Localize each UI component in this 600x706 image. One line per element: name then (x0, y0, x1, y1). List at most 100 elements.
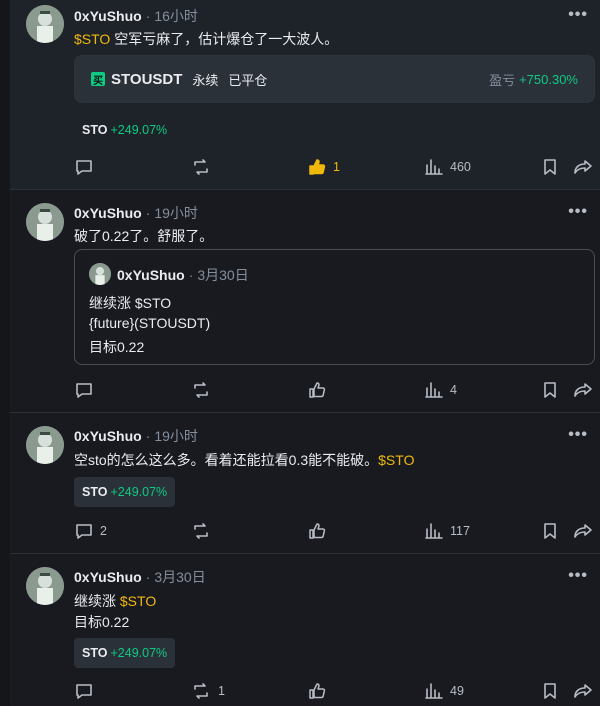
cashtag-link[interactable]: $STO (74, 31, 110, 47)
coin-change: +249.07% (110, 485, 168, 499)
action-bar: 1 460 (74, 155, 600, 179)
quoted-line: {future}(STOUSDT) (89, 315, 211, 331)
coin-change: +249.07% (110, 646, 168, 660)
coin-chip[interactable]: STO +249.07% (74, 477, 176, 507)
trade-status: 已平仓 (228, 72, 268, 88)
quoted-line: 继续涨 $STO (89, 295, 172, 311)
author-name[interactable]: 0xYuShuo (74, 8, 142, 24)
share-icon (574, 160, 592, 174)
like-button[interactable]: 1 (307, 155, 340, 179)
comment-icon (76, 383, 92, 398)
more-icon[interactable]: ••• (568, 426, 588, 444)
coin-chip[interactable]: STO +249.07% (74, 638, 176, 668)
post-text-body: 继续涨 (74, 593, 120, 609)
comment-button[interactable]: 2 (74, 519, 107, 543)
post-3[interactable]: 0xYuShuo · 19小时 ••• 空sto的怎么这么多。看着还能拉看0.3… (10, 413, 600, 554)
share-button[interactable] (572, 679, 594, 703)
separator-dot: · (145, 569, 151, 585)
coin-change: +249.07% (110, 123, 168, 137)
bookmark-button[interactable] (540, 519, 560, 543)
quoted-avatar (89, 263, 111, 285)
avatar[interactable] (26, 203, 64, 241)
post-text-body: 空sto的怎么这么多。看着还能拉看0.3能不能破。 (74, 452, 379, 468)
coin-chip[interactable]: STO +249.07% (74, 115, 175, 145)
post-text: 破了0.22了。舒服了。 (74, 228, 214, 244)
share-button[interactable] (572, 378, 594, 402)
more-icon[interactable]: ••• (568, 203, 588, 221)
views-button[interactable]: 4 (424, 378, 457, 402)
like-icon (309, 523, 326, 539)
comment-count: 2 (100, 524, 107, 538)
action-bar: 4 (74, 378, 600, 402)
like-icon (309, 159, 326, 175)
buy-badge: 买 (91, 72, 105, 87)
bookmark-button[interactable] (540, 155, 560, 179)
repost-icon (194, 159, 208, 175)
quoted-time: 3月30日 (197, 267, 249, 283)
views-count: 460 (450, 160, 471, 174)
share-button[interactable] (572, 155, 594, 179)
coin-symbol: STO (82, 646, 108, 660)
views-button[interactable]: 460 (424, 155, 471, 179)
post-time: 16小时 (154, 8, 198, 24)
views-icon (425, 159, 443, 175)
repost-button[interactable] (190, 155, 218, 179)
views-icon (425, 523, 443, 539)
repost-button[interactable]: 1 (190, 679, 225, 703)
like-button[interactable] (307, 519, 333, 543)
comment-button[interactable] (74, 378, 100, 402)
post-1[interactable]: 0xYuShuo · 16小时 ••• $STO 空军亏麻了，估计爆仓了一大波人… (10, 0, 600, 190)
cashtag-link[interactable]: $STO (378, 452, 414, 468)
post-4[interactable]: 0xYuShuo · 3月30日 ••• 继续涨 $STO 目标0.22 STO… (10, 554, 600, 706)
repost-icon (194, 523, 208, 539)
post-text-body: 空军亏麻了，估计爆仓了一大波人。 (110, 31, 339, 47)
author-name[interactable]: 0xYuShuo (74, 205, 142, 221)
views-icon (425, 382, 443, 398)
avatar[interactable] (26, 567, 64, 605)
views-button[interactable]: 49 (424, 679, 464, 703)
share-button[interactable] (572, 519, 594, 543)
more-icon[interactable]: ••• (568, 567, 588, 585)
comment-button[interactable] (74, 155, 100, 179)
post-2[interactable]: 0xYuShuo · 19小时 ••• 破了0.22了。舒服了。 0xYuShu… (10, 190, 600, 413)
repost-button[interactable] (190, 519, 218, 543)
repost-count: 1 (218, 684, 225, 698)
bookmark-button[interactable] (540, 378, 560, 402)
comment-button[interactable] (74, 679, 100, 703)
trade-type: 永续 (192, 72, 219, 88)
repost-button[interactable] (190, 378, 218, 402)
quoted-line: 目标0.22 (89, 339, 145, 355)
author-name[interactable]: 0xYuShuo (74, 569, 142, 585)
pnl-label: 盈亏 (489, 72, 516, 88)
views-button[interactable]: 117 (424, 519, 470, 543)
post-time: 19小时 (154, 205, 198, 221)
trade-card[interactable]: 买 STOUSDT 永续 已平仓 盈亏 +750.30% (74, 55, 595, 103)
pnl-value: +750.30% (519, 71, 578, 87)
post-text: $STO 空军亏麻了，估计爆仓了一大波人。 (74, 29, 338, 49)
views-icon (425, 683, 443, 699)
more-icon[interactable]: ••• (568, 6, 588, 24)
views-count: 117 (450, 524, 470, 538)
cashtag-link[interactable]: $STO (120, 593, 156, 609)
post-time: 19小时 (154, 428, 198, 444)
quoted-post[interactable]: 0xYuShuo · 3月30日 继续涨 $STO {future}(STOUS… (74, 249, 595, 365)
like-button[interactable] (307, 679, 333, 703)
avatar[interactable] (26, 5, 64, 43)
bookmark-button[interactable] (540, 679, 560, 703)
coin-symbol: STO (82, 123, 108, 137)
post-text: 空sto的怎么这么多。看着还能拉看0.3能不能破。$STO (74, 450, 414, 470)
like-button[interactable] (307, 378, 333, 402)
author-name[interactable]: 0xYuShuo (74, 428, 142, 444)
post-text: 继续涨 $STO (74, 591, 156, 611)
separator-dot: · (188, 267, 194, 283)
bookmark-icon (544, 683, 556, 699)
comment-icon (76, 684, 92, 699)
bookmark-icon (544, 159, 556, 175)
avatar[interactable] (26, 426, 64, 464)
action-bar: 2 117 (74, 519, 600, 543)
separator-dot: · (145, 205, 151, 221)
bookmark-icon (544, 382, 556, 398)
post-text-line2: 目标0.22 (74, 614, 130, 630)
share-icon (574, 524, 592, 538)
quoted-header: 0xYuShuo · 3月30日 (117, 265, 249, 285)
